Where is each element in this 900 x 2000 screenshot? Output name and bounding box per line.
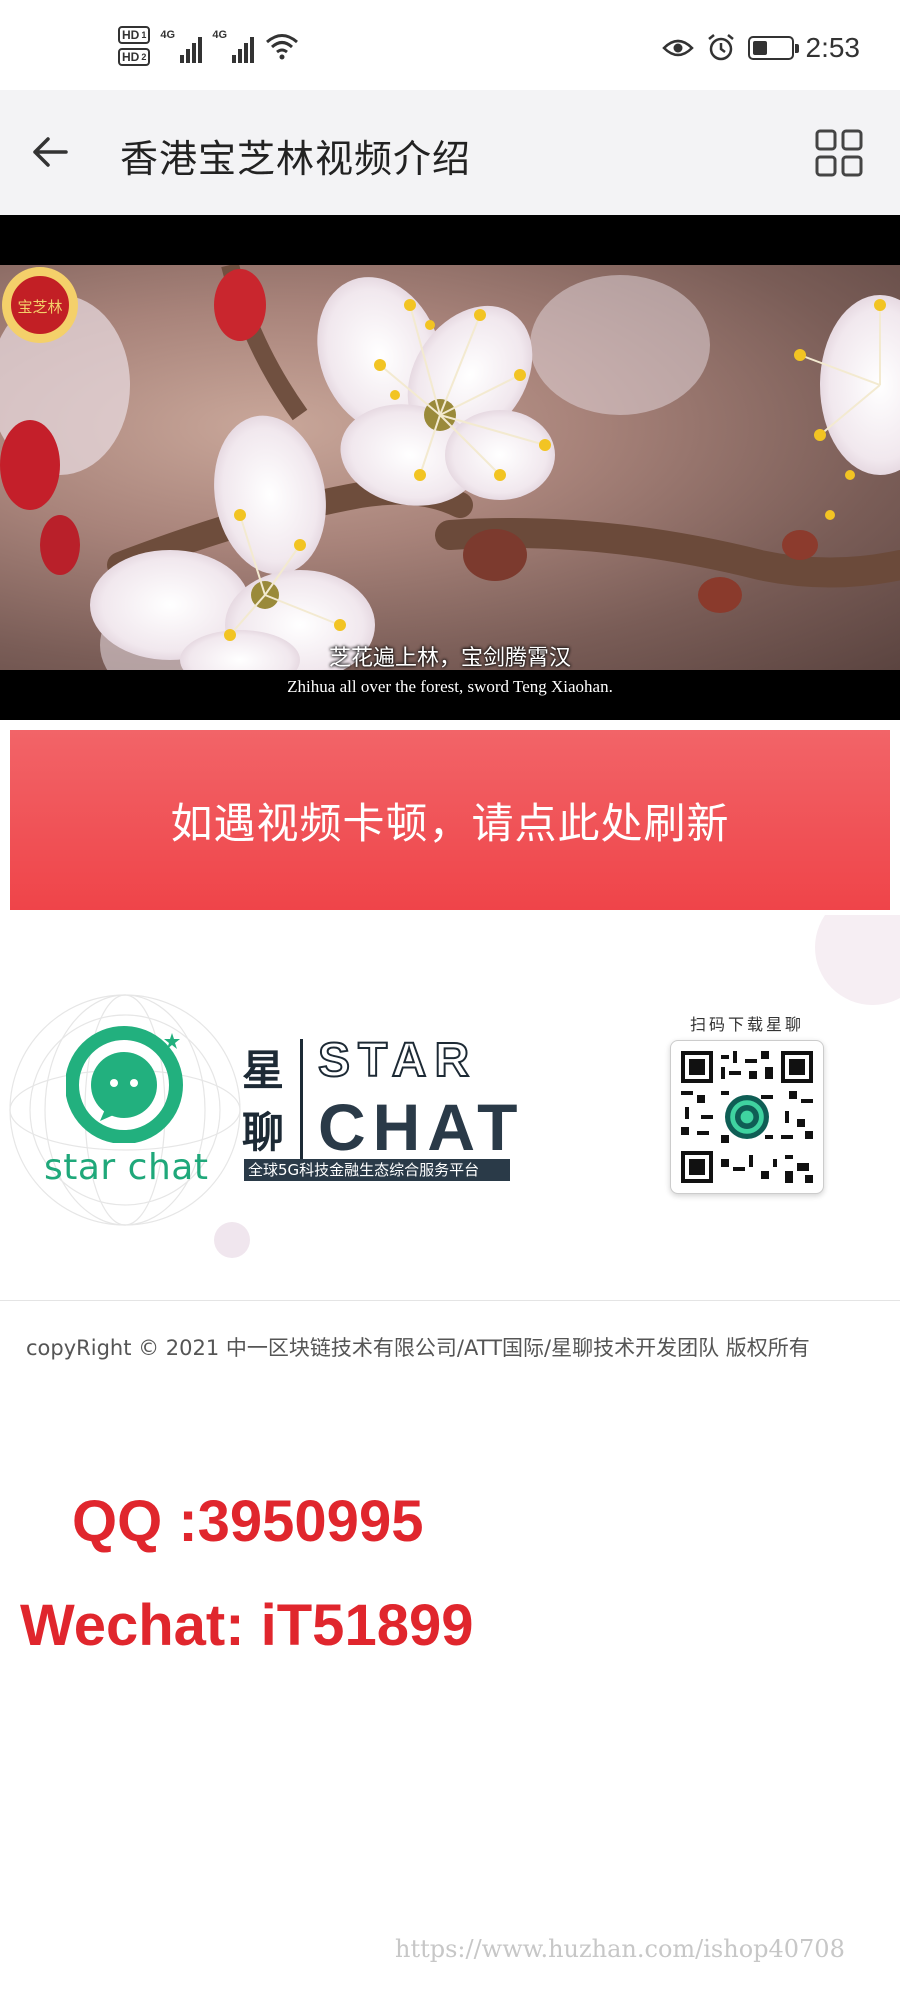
brand-tagline: 全球5G科技金融生态综合服务平台 [244, 1159, 510, 1181]
video-subtitle-english: Zhihua all over the forest, sword Teng X… [287, 677, 613, 696]
app-bar: 香港宝芝林视频介绍 [0, 90, 900, 215]
seal-logo-icon: 宝芝林 [2, 267, 78, 343]
video-subtitle-chinese: 芝花遍上林，宝剑腾霄汉 [328, 646, 571, 671]
refresh-button-label: 如遇视频卡顿，请点此处刷新 [170, 798, 730, 848]
status-time: 2:53 [805, 32, 861, 63]
network-type-2: 4G [212, 29, 228, 41]
refresh-video-button[interactable]: 如遇视频卡顿，请点此处刷新 [10, 730, 890, 910]
brand-star-word: STAR [317, 1033, 478, 1088]
status-bar: HD 1 HD 2 4G 4G 2:53 [0, 0, 900, 90]
back-button[interactable] [24, 126, 76, 178]
battery-icon [747, 36, 799, 60]
wifi-icon [266, 34, 299, 60]
hd-icon: HD 2 [118, 48, 151, 66]
back-arrow-icon[interactable] [30, 132, 70, 172]
seal-text: 宝芝林 [17, 298, 62, 316]
qr-caption: 扫码下载星聊 [690, 1015, 805, 1034]
watermark-url: https://www.huzhan.com/ishop40708 [395, 1935, 845, 1963]
grid-icon[interactable] [814, 128, 864, 178]
star-chat-promo-banner[interactable]: star chat 星聊 STAR CHAT 全球5G科技金融生态综合服务平台 … [0, 915, 900, 1300]
blossom-image [0, 265, 900, 670]
contact-wechat: Wechat: iT51899 [20, 1593, 474, 1658]
eye-icon [661, 39, 694, 57]
video-player[interactable]: 宝芝林 芝花遍上林，宝剑腾霄汉 Zhihua all over the fore… [0, 215, 900, 720]
alarm-icon [707, 34, 734, 61]
contact-qq: QQ :3950995 [72, 1489, 424, 1554]
brand-divider [300, 1039, 303, 1167]
page-title: 香港宝芝林视频介绍 [120, 137, 472, 181]
star-chat-logo-text: star chat [44, 1147, 209, 1188]
brand-chat-word: CHAT [318, 1090, 525, 1164]
signal-icon: 4G [212, 29, 255, 63]
status-right-group: 2:53 [661, 32, 861, 64]
decorative-circle [815, 915, 900, 1005]
signal-icon: 4G [160, 29, 203, 63]
status-left-group: HD 1 HD 2 4G 4G [118, 26, 300, 66]
copyright-text: copyRight © 2021 中一区块链技术有限公司/ATT国际/星聊技术开… [26, 1336, 810, 1360]
sim1-label: HD [122, 28, 140, 42]
video-frame[interactable]: 宝芝林 [0, 265, 900, 670]
hd-badges: HD 1 HD 2 [118, 26, 151, 66]
sim1-index: 1 [141, 30, 147, 40]
star-chat-logo-icon [66, 1026, 183, 1143]
hd-icon: HD 1 [118, 26, 151, 44]
brand-chinese-name: 星聊 [242, 1046, 285, 1157]
network-type-1: 4G [160, 29, 176, 41]
sim2-label: HD [122, 50, 140, 64]
qr-code-icon[interactable] [681, 1051, 813, 1183]
sim2-index: 2 [141, 52, 147, 62]
section-divider [0, 1300, 900, 1301]
download-qr-code[interactable] [670, 1040, 824, 1194]
